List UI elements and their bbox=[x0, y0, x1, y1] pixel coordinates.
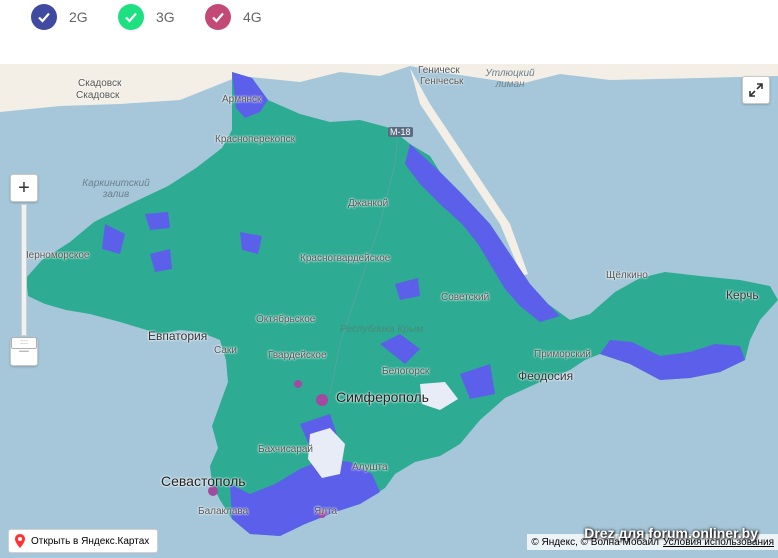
legend-item-2g[interactable]: 2G bbox=[31, 4, 88, 30]
open-in-yandex-maps-button[interactable]: Открыть в Яндекс.Картах bbox=[8, 529, 159, 553]
place-utlyuk-liman: Утлюцкий лиман bbox=[485, 68, 535, 90]
coverage-legend: 2G 3G 4G bbox=[0, 0, 778, 64]
map-pin-icon bbox=[15, 534, 25, 548]
check-icon bbox=[212, 12, 224, 23]
place-skadovsk-ua: Скадовск bbox=[76, 90, 120, 101]
place-kerch: Керчь bbox=[726, 288, 759, 302]
place-balaklava: Балаклава bbox=[198, 506, 249, 517]
watermark: Drez для forum.onliner.by bbox=[584, 525, 758, 541]
place-yalta: Ялта bbox=[314, 506, 338, 517]
place-feodosiya: Феодосия bbox=[518, 369, 574, 383]
place-genichesk-ua: Генічеськ bbox=[420, 76, 464, 87]
place-dzhankoy: Джанкой bbox=[348, 198, 389, 209]
check-icon bbox=[38, 12, 50, 23]
place-skadovsk-ru: Скадовск bbox=[78, 78, 122, 89]
expand-icon bbox=[749, 83, 763, 97]
checkbox-2g[interactable] bbox=[31, 4, 57, 30]
map-base bbox=[0, 64, 778, 536]
coverage-4g-simferopol bbox=[316, 394, 328, 406]
check-icon bbox=[125, 12, 137, 23]
place-oktyabrskoe: Октябрьское bbox=[256, 314, 316, 325]
place-shchelkino: Щёлкино bbox=[606, 270, 648, 281]
open-link-label: Открыть в Яндекс.Картах bbox=[31, 535, 150, 547]
place-primorskiy: Приморский bbox=[534, 349, 591, 360]
map-canvas[interactable]: Скадовск Скадовск Геническ Генічеськ Утл… bbox=[0, 64, 778, 558]
legend-item-4g[interactable]: 4G bbox=[205, 4, 262, 30]
legend-item-3g[interactable]: 3G bbox=[118, 4, 175, 30]
legend-label-2g: 2G bbox=[69, 9, 88, 25]
place-krasnogvardeyskoe: Красногвардейское bbox=[300, 253, 391, 264]
coverage-4g-saki-area bbox=[294, 380, 302, 388]
zoom-slider[interactable]: :::: bbox=[11, 204, 37, 349]
checkbox-3g[interactable] bbox=[118, 4, 144, 30]
place-krasnoperekopsk: Красноперекопск bbox=[215, 134, 295, 145]
place-saki: Саки bbox=[214, 345, 237, 356]
zoom-in-button[interactable]: + bbox=[10, 174, 38, 202]
fullscreen-button[interactable] bbox=[742, 76, 770, 104]
road-label-m18: М-18 bbox=[388, 127, 413, 137]
place-simferopol: Симферополь bbox=[336, 389, 429, 405]
zoom-control: + :::: − bbox=[10, 174, 38, 366]
place-sovetskiy: Советский bbox=[441, 292, 490, 303]
place-bakhchisaray: Бахчисарай bbox=[258, 444, 313, 455]
place-evpatoriya: Евпатория bbox=[148, 329, 208, 343]
place-sevastopol: Севастополь bbox=[161, 473, 246, 489]
place-gvardeyskoe: Гвардейское bbox=[268, 350, 327, 361]
checkbox-4g[interactable] bbox=[205, 4, 231, 30]
place-alushta: Алушта bbox=[352, 462, 388, 473]
place-karkinit-bay: Каркинитский залив bbox=[82, 178, 150, 200]
crimea-coverage-3g bbox=[26, 72, 778, 536]
place-genichesk-ru: Геническ bbox=[418, 65, 460, 76]
place-respublika-krym: Республика Крым bbox=[340, 324, 424, 335]
legend-label-4g: 4G bbox=[243, 9, 262, 25]
zoom-slider-handle[interactable]: :::: bbox=[11, 337, 37, 349]
legend-label-3g: 3G bbox=[156, 9, 175, 25]
place-belogorsk: Белогорск bbox=[382, 366, 430, 377]
place-armyansk: Армянск bbox=[222, 94, 262, 105]
